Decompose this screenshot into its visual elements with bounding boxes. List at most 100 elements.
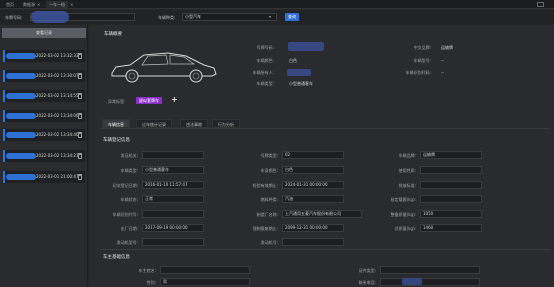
vehicle-type-label: 车辆种类:	[158, 15, 176, 20]
reg-label: 初次登记日期:	[112, 183, 138, 188]
trash-icon[interactable]	[78, 132, 82, 138]
abnormal-tag[interactable]: 疑似套牌车	[136, 97, 162, 104]
reg-label: 发动机号:	[260, 240, 278, 245]
reg-label: 制造厂名称:	[256, 212, 278, 217]
reg-value: 2024-01-31 00:00:00	[282, 181, 344, 189]
reg-value	[282, 238, 344, 246]
reg-label: 车辆识别代号:	[112, 212, 138, 217]
history-item[interactable]: 2022-03-02 13:34:40	[3, 129, 85, 141]
history-header: 查看记录	[2, 28, 86, 38]
reg-label: 出厂日期:	[120, 226, 138, 231]
reg-label: 排放标准:	[398, 183, 416, 188]
car-side-icon	[111, 52, 217, 83]
reg-value	[142, 238, 204, 246]
vehicle-type-label-overview: 车辆类型:	[256, 81, 274, 86]
reg-label: 使用性质:	[398, 168, 416, 173]
overview-title: 车辆概要	[104, 32, 122, 37]
reg-label: 车辆品牌:	[398, 153, 416, 158]
history-time: 2022-03-02 13:34:40	[36, 132, 79, 137]
reg-value: 1460	[420, 224, 482, 232]
owner-name-label: 车主姓名:	[138, 268, 156, 273]
reg-value: 2099-12-31 00:00:00	[282, 224, 344, 232]
redaction-blur	[287, 69, 311, 76]
redaction-blur	[6, 113, 36, 119]
history-time: 2022-03-02 13:34:00	[36, 113, 79, 118]
window-restore-icon[interactable]	[537, 2, 544, 7]
redaction-blur	[6, 93, 36, 99]
subtab-divider	[100, 128, 550, 129]
reg-label: 发动机型号:	[116, 240, 138, 245]
reg-value: 小型普通客车	[142, 166, 204, 174]
history-time: 2022-03-02 13:34:21	[36, 153, 79, 158]
close-icon[interactable]: ×	[70, 2, 73, 7]
top-tab-bar	[0, 0, 554, 9]
history-item[interactable]: 2022-03-02 13:32:33	[3, 50, 85, 62]
query-button[interactable]: 查询	[285, 13, 299, 21]
tab-vehicle-file[interactable]: 一车一档	[46, 1, 68, 8]
trash-icon[interactable]	[78, 153, 82, 159]
history-item[interactable]: 2022-03-02 13:34:00	[3, 110, 85, 122]
reg-label: 检验有效期止:	[252, 183, 278, 188]
subtab-behavior[interactable]: 行为分析	[212, 119, 240, 128]
reg-label: 车身颜色:	[260, 168, 278, 173]
redaction-blur	[6, 174, 36, 180]
subtab-pass-stats[interactable]: 过车统计记录	[136, 119, 172, 128]
vehicle-type-select[interactable]: 小型汽车	[182, 13, 277, 21]
reg-label: 发证机关:	[120, 153, 138, 158]
plate-number-label: 号牌号码:	[256, 45, 274, 50]
reg-label: 号牌类型:	[260, 153, 278, 158]
trash-icon[interactable]	[78, 113, 82, 119]
section-divider	[100, 249, 550, 250]
history-time: 2022-03-01 21:00:47	[36, 174, 79, 179]
gender-value: 男	[160, 278, 250, 286]
reg-label: 强制报废期止:	[252, 226, 278, 231]
reg-value	[142, 210, 204, 218]
reg-label: 车辆类型:	[120, 168, 138, 173]
trash-icon[interactable]	[78, 93, 82, 99]
subtab-violations[interactable]: 违法事故	[180, 119, 208, 128]
tag-label: 异常标签:	[108, 99, 126, 104]
model-label: 车辆型号:	[413, 58, 431, 63]
reg-value	[420, 166, 482, 174]
model-value: --	[441, 58, 444, 63]
reg-value	[420, 181, 482, 189]
brand-value: 运输牌	[441, 45, 453, 50]
close-icon[interactable]: ×	[37, 2, 40, 7]
trash-icon[interactable]	[78, 174, 82, 180]
owner-title: 车主基础信息	[103, 255, 130, 260]
history-time: 2022-03-02 13:14:55	[36, 93, 79, 98]
vehicle-type-value-overview: 小型普通客车	[289, 81, 313, 86]
trash-icon[interactable]	[78, 53, 82, 59]
reg-label: 整备质量(kg):	[390, 212, 416, 217]
reg-value: 运输牌	[420, 151, 482, 159]
owner-name-value	[160, 266, 250, 274]
reg-value: 2016-01-10 11:57:47	[142, 181, 204, 189]
vehicle-type-value: 小型汽车	[185, 14, 201, 19]
reg-value: 上汽通用五菱汽车股份有限公司	[282, 210, 362, 218]
tab-home[interactable]: 首页	[3, 1, 17, 8]
reg-value: 02	[282, 151, 344, 159]
vehicle-owner-label: 车辆所有人:	[252, 70, 274, 75]
reg-value	[142, 151, 204, 159]
phone-value	[380, 278, 480, 286]
history-time: 2022-03-02 13:32:33	[36, 53, 79, 58]
tab-datasource[interactable]: 数据源	[20, 1, 38, 8]
vehicle-color-value: 白色	[289, 58, 297, 63]
history-item[interactable]: 2022-03-01 21:00:47	[3, 171, 85, 183]
reg-value: 1050	[420, 210, 482, 218]
history-item[interactable]: 2022-03-02 13:14:55	[3, 90, 85, 102]
history-item[interactable]: 2022-03-02 13:30:07	[3, 70, 85, 82]
phone-label: 联系电话:	[358, 280, 376, 285]
reg-label: 总质量(kg):	[394, 226, 416, 231]
trash-icon[interactable]	[78, 73, 82, 79]
reg-value: 2017-09-19 00:00:00	[142, 224, 204, 232]
reg-value: 白色	[282, 166, 344, 174]
vin-value: --	[441, 70, 444, 75]
gender-label: 性别:	[146, 280, 156, 285]
add-tag-icon[interactable]: +	[171, 95, 178, 104]
subtab-vehicle-info[interactable]: 车辆信息	[102, 119, 130, 128]
vin-label: 车辆识别代码:	[405, 70, 431, 75]
history-item[interactable]: 2022-03-02 13:34:21	[3, 150, 85, 162]
id-type-label: 证件类型:	[358, 268, 376, 273]
id-type-value	[380, 266, 480, 274]
